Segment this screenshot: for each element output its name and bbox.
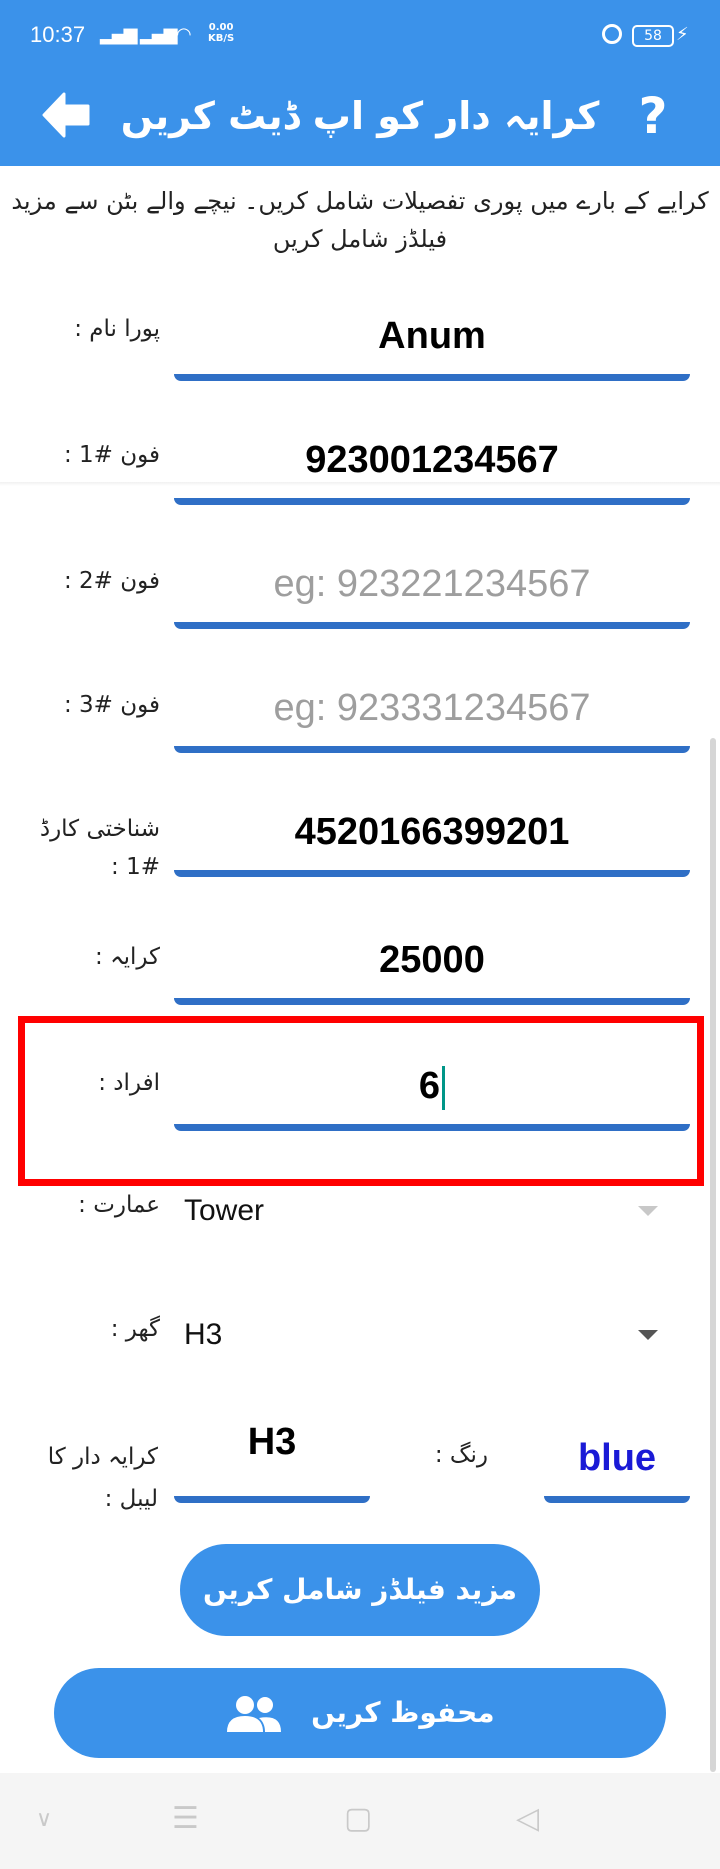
app-header: 10:37 ▂▄▆ ▂▄▆ ◠ 0.00 KB/S 58 ⚡ کرایہ دار… (0, 0, 720, 166)
phone3-label: فون #3 : (63, 692, 160, 718)
status-ring-icon (602, 24, 622, 44)
building-selected: Tower (184, 1194, 265, 1227)
signal-icon: ▂▄▆ (100, 24, 138, 45)
rent-input[interactable]: 25000 (174, 930, 690, 990)
persons-value: 6 (418, 1065, 441, 1107)
tenant-label-label: کرایہ دار کا لیبل : (47, 1444, 158, 1512)
scroll-shadow (0, 482, 720, 486)
persons-input[interactable]: 6 (174, 1056, 690, 1116)
back-arrow-icon[interactable] (38, 90, 94, 140)
phone1-label: فون #1 : (63, 442, 160, 468)
menu-icon[interactable]: ☰ (172, 1801, 199, 1836)
phone1-input[interactable]: 923001234567 (174, 430, 690, 490)
id-card-input[interactable]: 4520166399201 (174, 802, 690, 862)
color-underline (544, 1496, 690, 1503)
network-speed: 0.00 KB/S (208, 22, 235, 44)
phone2-underline (174, 622, 690, 629)
rent-underline (174, 998, 690, 1005)
add-fields-label: مزید فیلڈز شامل کریں (203, 1573, 517, 1606)
persons-label: افراد : (98, 1070, 160, 1096)
color-input[interactable]: blue (544, 1428, 690, 1488)
tenant-label-input[interactable]: H3 (174, 1412, 370, 1472)
building-chevron-down-icon[interactable] (638, 1206, 658, 1216)
id-card-underline (174, 870, 690, 877)
system-nav-bar: ∨ ☰ ▢ ◁ (0, 1773, 720, 1869)
phone2-label: فون #2 : (63, 568, 160, 594)
intro-text: کرایے کے بارے میں پوری تفصیلات شامل کریں… (11, 187, 709, 253)
phone3-underline (174, 746, 690, 753)
full-name-label: پورا نام : (74, 316, 160, 342)
save-button[interactable]: محفوظ کریں (54, 1668, 666, 1758)
full-name-input[interactable]: Anum (174, 306, 690, 366)
phone2-input[interactable]: eg: 923221234567 (174, 554, 690, 614)
scrollbar[interactable] (710, 738, 716, 1772)
add-fields-button[interactable]: مزید فیلڈز شامل کریں (180, 1544, 540, 1700)
building-label: عمارت : (78, 1192, 160, 1218)
tenant-label-underline (174, 1496, 370, 1503)
charging-icon: ⚡ (676, 24, 689, 45)
house-chevron-down-icon[interactable] (638, 1330, 658, 1340)
status-time: 10:37 (30, 22, 86, 47)
signal-icon-2: ▂▄▆ (140, 24, 178, 45)
house-selected: H3 (184, 1318, 223, 1351)
persons-underline (174, 1124, 690, 1131)
rent-label: کرایہ : (95, 944, 160, 970)
text-cursor (442, 1065, 446, 1110)
phone3-input[interactable]: eg: 923331234567 (174, 678, 690, 738)
house-dropdown[interactable]: H3 (184, 1310, 684, 1360)
back-triangle-icon[interactable]: ◁ (516, 1801, 539, 1836)
help-icon[interactable]: ? (630, 88, 676, 144)
save-label: محفوظ کریں (311, 1696, 495, 1729)
home-icon[interactable]: ▢ (344, 1801, 372, 1836)
phone1-underline (174, 498, 690, 505)
chevron-down-icon[interactable]: ∨ (36, 1807, 52, 1832)
building-dropdown[interactable]: Tower (184, 1186, 684, 1236)
group-users-icon (227, 1696, 282, 1732)
id-card-label: شناختی کارڈ #1 : (39, 816, 160, 880)
status-bar: 10:37 ▂▄▆ ▂▄▆ ◠ 0.00 KB/S 58 ⚡ (0, 0, 720, 72)
full-name-underline (174, 374, 690, 381)
page-title: کرایہ دار کو اپ ڈیٹ کریں (120, 94, 600, 138)
wifi-icon: ◠ (176, 24, 192, 45)
battery-icon: 58 (632, 25, 674, 47)
house-label: گھر : (110, 1316, 160, 1342)
color-label: رنگ : (434, 1442, 488, 1468)
